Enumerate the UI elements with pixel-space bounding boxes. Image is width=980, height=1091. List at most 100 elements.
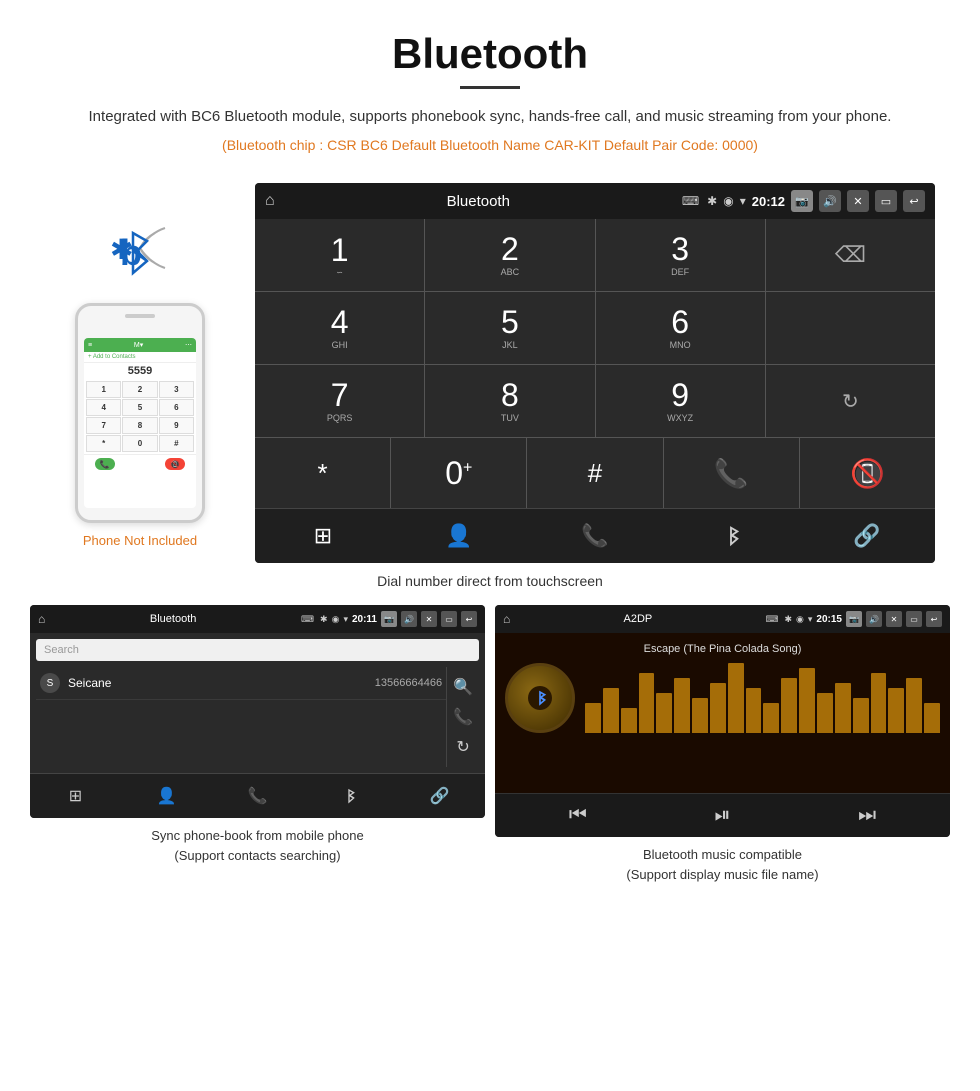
dial-key-5[interactable]: 5 JKL: [425, 292, 594, 364]
pb-nav-link[interactable]: 🔗: [394, 778, 485, 814]
phonebook-statusbar-icons: ✱ ◉ ▾ 20:11 📷 🔊 ✕ ▭ ↩: [320, 611, 477, 627]
dial-key-2[interactable]: 2 ABC: [425, 219, 594, 291]
phone-mock-bottom: 📞 📵: [84, 454, 196, 473]
music-statusbar-icons: ✱ ◉ ▾ 20:15 📷 🔊 ✕ ▭ ↩: [784, 611, 942, 627]
contact-avatar: S: [40, 673, 60, 693]
pb-nav-bluetooth[interactable]: [303, 778, 394, 814]
phone-not-included-label: Phone Not Included: [83, 533, 197, 548]
phonebook-list: S Seicane 13566664466: [36, 667, 446, 767]
eq-bar: [871, 673, 887, 733]
nav-bluetooth[interactable]: [663, 515, 799, 557]
call-red-cell[interactable]: 📵: [800, 438, 935, 508]
phonebook-statusbar: ⌂ Bluetooth ⌨ ✱ ◉ ▾ 20:11 📷 🔊 ✕ ▭ ↩: [30, 605, 485, 633]
phone-icon: 📞: [581, 523, 608, 549]
phonebook-usb-icon: ⌨: [301, 614, 314, 625]
phonebook-screen-btn[interactable]: ▭: [441, 611, 457, 627]
music-home-icon[interactable]: ⌂: [503, 612, 510, 626]
eq-bar: [710, 683, 726, 733]
search-bar[interactable]: Search: [36, 639, 479, 661]
eq-bar: [906, 678, 922, 733]
screen-btn[interactable]: ▭: [875, 190, 897, 212]
phonebook-screen: ⌂ Bluetooth ⌨ ✱ ◉ ▾ 20:11 📷 🔊 ✕ ▭ ↩ Sear…: [30, 605, 485, 818]
album-art: [505, 663, 575, 733]
phonebook-camera-btn[interactable]: 📷: [381, 611, 397, 627]
phonebook-volume-btn[interactable]: 🔊: [401, 611, 417, 627]
dial-key-6[interactable]: 6 MNO: [596, 292, 765, 364]
camera-btn[interactable]: 📷: [791, 190, 813, 212]
music-song-title: Escape (The Pina Colada Song): [505, 643, 940, 655]
nav-dialpad[interactable]: ⊞: [255, 515, 391, 557]
eq-bar: [853, 698, 869, 733]
dial-key-1[interactable]: 1 ∽: [255, 219, 424, 291]
nav-phone[interactable]: 📞: [527, 515, 663, 557]
music-close-btn[interactable]: ✕: [886, 611, 902, 627]
back-btn[interactable]: ↩: [903, 190, 925, 212]
usb-icon: ⌨: [682, 194, 699, 208]
refresh-action-icon[interactable]: ↻: [456, 737, 469, 757]
refresh-icon: ↻: [842, 389, 859, 414]
dial-key-9[interactable]: 9 WXYZ: [596, 365, 765, 437]
phonebook-back-btn[interactable]: ↩: [461, 611, 477, 627]
bluetooth-nav-icon: [720, 525, 742, 547]
search-action-icon[interactable]: 🔍: [453, 677, 473, 697]
next-icon[interactable]: ⏭: [858, 804, 876, 827]
dial-key-0[interactable]: 0+: [391, 438, 526, 508]
eq-bar: [585, 703, 601, 733]
dial-key-3[interactable]: 3 DEF: [596, 219, 765, 291]
pb-nav-phone[interactable]: 📞: [212, 778, 303, 814]
contacts-icon: 👤: [445, 523, 472, 549]
phonebook-close-btn[interactable]: ✕: [421, 611, 437, 627]
eq-bar: [763, 703, 779, 733]
music-screen: ⌂ A2DP ⌨ ✱ ◉ ▾ 20:15 📷 🔊 ✕ ▭ ↩ Escape (T…: [495, 605, 950, 837]
music-bt-icon-album: [532, 690, 548, 706]
dial-key-8[interactable]: 8 TUV: [425, 365, 594, 437]
phonebook-bt-icon: ✱: [320, 614, 328, 625]
music-camera-btn[interactable]: 📷: [846, 611, 862, 627]
pb-contacts-icon: 👤: [157, 786, 177, 806]
eq-bar: [639, 673, 655, 733]
prev-icon[interactable]: ⏮: [569, 804, 587, 827]
nav-link[interactable]: 🔗: [799, 515, 935, 557]
backspace-icon: ⌫: [835, 242, 866, 268]
contact-phone: 13566664466: [375, 677, 442, 689]
music-back-btn[interactable]: ↩: [926, 611, 942, 627]
page-title: Bluetooth: [20, 30, 960, 78]
dialpad-row-2: 4 GHI 5 JKL 6 MNO: [255, 292, 935, 364]
pb-nav-contacts[interactable]: 👤: [121, 778, 212, 814]
call-green-icon: 📞: [714, 457, 749, 490]
title-underline: [460, 86, 520, 89]
call-action-icon[interactable]: 📞: [453, 707, 473, 727]
music-body: [505, 663, 940, 733]
dialpad: 1 ∽ 2 ABC 3 DEF ⌫ 4 GHI: [255, 219, 935, 508]
backspace-cell[interactable]: ⌫: [766, 219, 935, 291]
main-demo-area: ✱ b ≡ M▾ ⋯: [0, 183, 980, 563]
pb-nav-dialpad[interactable]: ⊞: [30, 778, 121, 814]
dial-key-7[interactable]: 7 PQRS: [255, 365, 424, 437]
phone-mock: ≡ M▾ ⋯ + Add to Contacts 5559 123 456 78…: [75, 303, 205, 523]
play-pause-icon[interactable]: ⏯: [714, 804, 730, 827]
nav-contacts[interactable]: 👤: [391, 515, 527, 557]
link-icon: 🔗: [853, 523, 880, 549]
refresh-cell[interactable]: ↻: [766, 365, 935, 437]
dial-key-hash[interactable]: #: [527, 438, 662, 508]
bt-icon-svg: b: [115, 223, 165, 283]
phonebook-caption: Sync phone-book from mobile phone(Suppor…: [151, 826, 363, 865]
call-red-icon: 📵: [850, 457, 885, 490]
bottom-panels: ⌂ Bluetooth ⌨ ✱ ◉ ▾ 20:11 📷 🔊 ✕ ▭ ↩ Sear…: [0, 605, 980, 904]
dial-key-star[interactable]: *: [255, 438, 390, 508]
home-icon[interactable]: ⌂: [265, 192, 275, 210]
music-volume-btn[interactable]: 🔊: [866, 611, 882, 627]
contact-row[interactable]: S Seicane 13566664466: [36, 667, 446, 700]
call-green-cell[interactable]: 📞: [664, 438, 799, 508]
pb-phone-icon: 📞: [248, 786, 268, 806]
volume-btn[interactable]: 🔊: [819, 190, 841, 212]
phonebook-home-icon[interactable]: ⌂: [38, 612, 45, 626]
phone-illustration: ✱ b ≡ M▾ ⋯: [45, 213, 235, 548]
close-btn[interactable]: ✕: [847, 190, 869, 212]
contact-name: Seicane: [68, 676, 375, 690]
eq-bar: [656, 693, 672, 733]
dialpad-row-1: 1 ∽ 2 ABC 3 DEF ⌫: [255, 219, 935, 291]
music-screen-btn[interactable]: ▭: [906, 611, 922, 627]
dial-key-4[interactable]: 4 GHI: [255, 292, 424, 364]
phonebook-side: S Seicane 13566664466 🔍 📞 ↻: [36, 667, 479, 767]
